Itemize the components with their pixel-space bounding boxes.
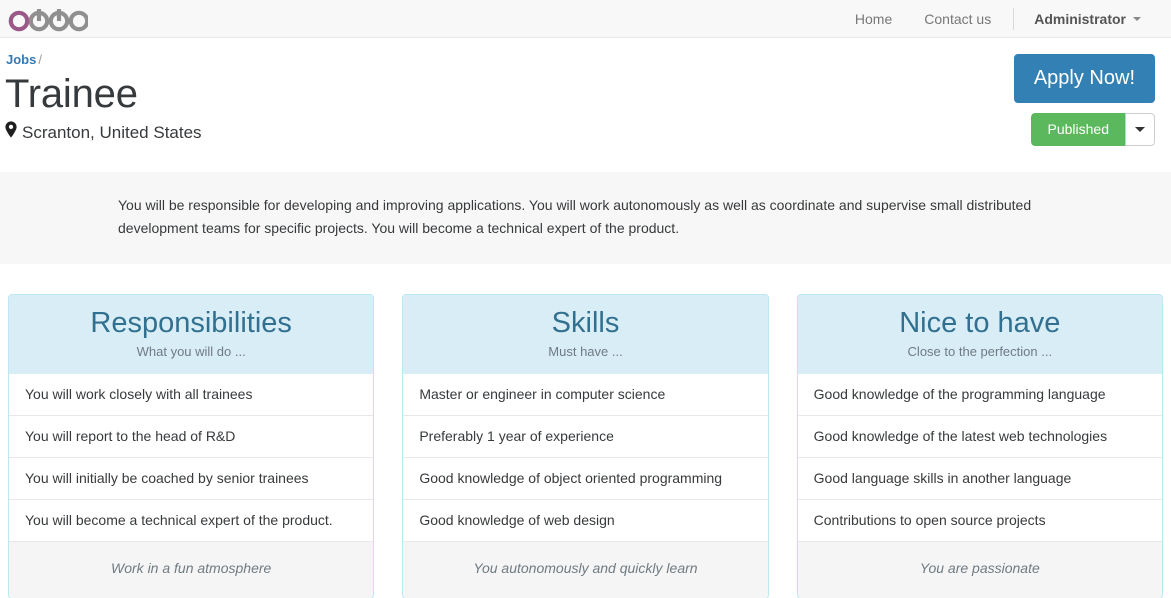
map-marker-icon (5, 121, 17, 144)
job-description-band: You will be responsible for developing a… (0, 172, 1171, 264)
card-item-list: Good knowledge of the programming langua… (797, 374, 1162, 541)
top-navbar: Home Contact us Administrator (0, 0, 1171, 38)
list-item: Preferably 1 year of experience (403, 415, 768, 457)
card-item-list: You will work closely with all trainees … (9, 374, 374, 541)
card-title: Responsibilities (90, 307, 292, 339)
published-dropdown-toggle[interactable] (1125, 113, 1155, 146)
user-menu-administrator[interactable]: Administrator (1020, 0, 1151, 38)
card-footer: Work in a fun atmosphere (9, 541, 374, 598)
list-item: Good knowledge of object oriented progra… (403, 457, 768, 499)
job-location: Scranton, United States (0, 121, 1171, 144)
job-detail-cards: Responsibilities What you will do ... Yo… (0, 264, 1171, 598)
nav-link-home[interactable]: Home (839, 0, 908, 38)
list-item: Contributions to open source projects (797, 499, 1162, 541)
list-item: You will work closely with all trainees (9, 374, 374, 415)
odoo-logo-icon (8, 6, 88, 32)
card-nice-to-have: Nice to have Close to the perfection ...… (796, 294, 1163, 598)
card-item-list: Master or engineer in computer science P… (403, 374, 768, 541)
card-footer: You are passionate (797, 541, 1162, 598)
card-skills: Skills Must have ... Master or engineer … (402, 294, 769, 598)
navbar-right-menu: Home Contact us Administrator (839, 0, 1151, 38)
card-header: Nice to have Close to the perfection ... (797, 295, 1162, 374)
user-menu-label: Administrator (1034, 10, 1126, 27)
list-item: Good knowledge of the programming langua… (797, 374, 1162, 415)
card-title: Nice to have (899, 307, 1061, 339)
apply-now-button[interactable]: Apply Now! (1013, 54, 1155, 103)
chevron-down-icon (1135, 127, 1145, 132)
list-item: You will initially be coached by senior … (9, 457, 374, 499)
card-header: Responsibilities What you will do ... (9, 295, 374, 374)
breadcrumb-separator: / (38, 52, 42, 67)
list-item: Good language skills in another language (797, 457, 1162, 499)
card-footer: You autonomously and quickly learn (403, 541, 768, 598)
list-item: Master or engineer in computer science (403, 374, 768, 415)
list-item: Good knowledge of web design (403, 499, 768, 541)
page-title: Trainee (5, 72, 138, 116)
breadcrumb-link-jobs[interactable]: Jobs (6, 52, 36, 67)
card-subtitle: Must have ... (548, 344, 623, 359)
job-description-text: You will be responsible for developing a… (118, 197, 1032, 236)
job-location-text: Scranton, United States (22, 122, 202, 142)
job-header: Jobs / Trainee Scranton, United States Ap… (0, 38, 1171, 172)
card-subtitle: Close to the perfection ... (907, 344, 1053, 359)
list-item: Good knowledge of the latest web technol… (797, 415, 1162, 457)
card-responsibilities: Responsibilities What you will do ... Yo… (8, 294, 375, 598)
breadcrumb: Jobs / (0, 52, 1171, 68)
nav-link-contact-us[interactable]: Contact us (908, 0, 1007, 38)
navbar-divider (1013, 7, 1015, 30)
list-item: You will become a technical expert of th… (9, 499, 374, 541)
publish-button-group: Published (1030, 113, 1155, 146)
job-actions: Apply Now! Published (1013, 54, 1155, 146)
published-status-button[interactable]: Published (1030, 113, 1125, 146)
chevron-down-icon (1133, 16, 1141, 21)
card-title: Skills (551, 307, 620, 339)
card-subtitle: What you will do ... (136, 344, 246, 359)
odoo-logo[interactable] (8, 0, 88, 38)
card-header: Skills Must have ... (403, 295, 768, 374)
list-item: You will report to the head of R&D (9, 415, 374, 457)
